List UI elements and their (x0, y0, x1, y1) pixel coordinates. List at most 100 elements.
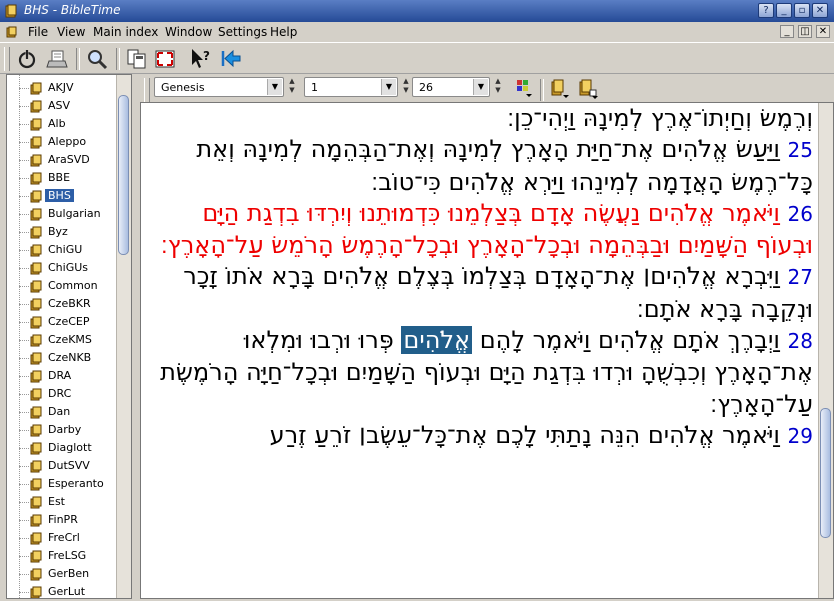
tree-branch-line (19, 574, 29, 575)
verse-28[interactable]: 28 וַיְבָרֶךְ אֹתָם אֱלֹהִים וַיֹּאמֶר ל… (145, 325, 819, 420)
verse-combo[interactable]: 26 ▼ (412, 77, 490, 97)
bible-module-icon (30, 424, 42, 437)
module-label: Diaglott (48, 441, 92, 454)
module-tree-scroll-thumb[interactable] (118, 95, 129, 255)
chapter-combo[interactable]: 1 ▼ (304, 77, 398, 97)
module-add-icon[interactable] (576, 76, 600, 100)
display-toolbar-separator (540, 79, 544, 101)
mdi-minimize-button[interactable]: _ (780, 25, 794, 38)
module-item[interactable]: DutSVV (19, 457, 119, 475)
module-item[interactable]: DRC (19, 385, 119, 403)
module-item[interactable]: CzeNKB (19, 349, 119, 367)
minimize-window-button[interactable]: _ (776, 3, 792, 18)
display-toolbar-handle[interactable] (144, 78, 150, 102)
module-item[interactable]: Alb (19, 115, 119, 133)
module-item[interactable]: FreCrl (19, 529, 119, 547)
tree-branch-line (19, 322, 29, 323)
module-item[interactable]: Est (19, 493, 119, 511)
verse-number[interactable]: 26 (788, 202, 813, 226)
verse-24-tail[interactable]: וְרֶמֶשׂ וְחַיְתוֹ־אֶרֶץ לְמִינָהּ וַיְה… (145, 103, 819, 134)
back-icon[interactable] (218, 46, 244, 72)
menu-file[interactable]: File (26, 24, 50, 40)
panel-splitter[interactable] (132, 74, 140, 599)
tile-icon[interactable] (124, 46, 150, 72)
print-icon[interactable] (44, 46, 70, 72)
verse-number[interactable]: 28 (788, 329, 813, 353)
verse-27[interactable]: 27 וַיִּבְרָא אֱלֹהִים׀ אֶת־הָאָדָם בְּצ… (145, 261, 819, 325)
whats-this-icon[interactable]: ? (188, 46, 214, 72)
verse-25[interactable]: 25 וַיַּעַשׂ אֱלֹהִים אֶת־חַיַּת הָאָרֶץ… (145, 134, 819, 198)
menu-settings[interactable]: Settings (216, 24, 269, 40)
module-item[interactable]: Diaglott (19, 439, 119, 457)
maximize-window-button[interactable]: ▫ (794, 3, 810, 18)
module-item[interactable]: Byz (19, 223, 119, 241)
module-item[interactable]: CzeKMS (19, 331, 119, 349)
title-bar: BHS - BibleTime ? _ ▫ ✕ (0, 0, 834, 22)
verse-number[interactable]: 25 (788, 138, 813, 162)
module-item[interactable]: BBE (19, 169, 119, 187)
tree-branch-line (19, 160, 29, 161)
module-chooser-icon[interactable] (548, 76, 572, 100)
toolbar-handle[interactable] (4, 47, 10, 71)
help-window-button[interactable]: ? (758, 3, 774, 18)
book-spin-arrows-icon[interactable]: ▲ ▼ (286, 77, 298, 97)
tree-branch-line (19, 466, 29, 467)
module-item[interactable]: FreLSG (19, 547, 119, 565)
module-item[interactable]: DRA (19, 367, 119, 385)
tree-branch-line (19, 430, 29, 431)
close-window-button[interactable]: ✕ (812, 3, 828, 18)
bible-text-display[interactable]: וְרֶמֶשׂ וְחַיְתוֹ־אֶרֶץ לְמִינָהּ וַיְה… (140, 102, 834, 599)
power-icon[interactable] (14, 46, 40, 72)
module-tree[interactable]: AKJV ASV Alb Aleppo AraSVD BBE BHS Bulgarian Byz… (6, 74, 132, 599)
tree-branch-line (19, 448, 29, 449)
module-item[interactable]: Aleppo (19, 133, 119, 151)
module-item[interactable]: CzeCEP (19, 313, 119, 331)
chapter-spin-arrows-icon[interactable]: ▲ ▼ (400, 77, 412, 97)
display-settings-icon[interactable] (512, 76, 536, 100)
mdi-restore-button[interactable]: ◫ (798, 25, 812, 38)
module-item[interactable]: ChiGU (19, 241, 119, 259)
verse-26[interactable]: 26 וַיֹּאמֶר אֱלֹהִים נַעֲשֶׂה אָדָם בְּ… (145, 198, 819, 262)
module-item[interactable]: ASV (19, 97, 119, 115)
verse-spin-arrows-icon[interactable]: ▲ ▼ (492, 77, 504, 97)
verse-number[interactable]: 29 (788, 424, 813, 448)
module-item[interactable]: ChiGUs (19, 259, 119, 277)
module-item[interactable]: AraSVD (19, 151, 119, 169)
module-item[interactable]: FinPR (19, 511, 119, 529)
module-item[interactable]: BHS (19, 187, 119, 205)
module-item[interactable]: Dan (19, 403, 119, 421)
bibletime-app-icon[interactable] (4, 4, 18, 18)
text-scroll-thumb[interactable] (820, 408, 831, 538)
module-item[interactable]: Esperanto (19, 475, 119, 493)
verse-number[interactable]: 27 (788, 265, 813, 289)
menu-window[interactable]: Window (163, 24, 214, 40)
book-combo[interactable]: Genesis ▼ (154, 77, 284, 97)
bible-module-icon (30, 82, 42, 95)
menu-help[interactable]: Help (268, 24, 299, 40)
tree-branch-line (19, 358, 29, 359)
tree-branch-line (19, 106, 29, 107)
search-icon[interactable] (84, 46, 110, 72)
module-item[interactable]: GerLut (19, 583, 119, 598)
module-item[interactable]: AKJV (19, 79, 119, 97)
module-item[interactable]: CzeBKR (19, 295, 119, 313)
module-item[interactable]: GerBen (19, 565, 119, 583)
verse-29[interactable]: 29 וַיֹּאמֶר אֱלֹהִים הִנֵּה נָתַתִּי לָ… (145, 420, 819, 452)
tree-branch-line (19, 178, 29, 179)
chevron-down-icon[interactable]: ▼ (473, 79, 488, 95)
chevron-down-icon[interactable]: ▼ (267, 79, 282, 95)
fullscreen-icon[interactable] (152, 46, 178, 72)
module-item[interactable]: Common (19, 277, 119, 295)
module-label: GerLut (48, 585, 86, 598)
module-label: FreCrl (48, 531, 80, 544)
tree-branch-line (19, 484, 29, 485)
chevron-down-icon[interactable]: ▼ (381, 79, 396, 95)
module-item[interactable]: Darby (19, 421, 119, 439)
module-item[interactable]: Bulgarian (19, 205, 119, 223)
menu-view[interactable]: View (55, 24, 87, 40)
mdi-close-button[interactable]: ✕ (816, 25, 830, 38)
module-label: Darby (48, 423, 82, 436)
text-scrollbar[interactable] (818, 103, 833, 598)
menu-main-index[interactable]: Main index (91, 24, 160, 40)
search-highlight[interactable]: אֱלֹהִים (401, 326, 473, 355)
